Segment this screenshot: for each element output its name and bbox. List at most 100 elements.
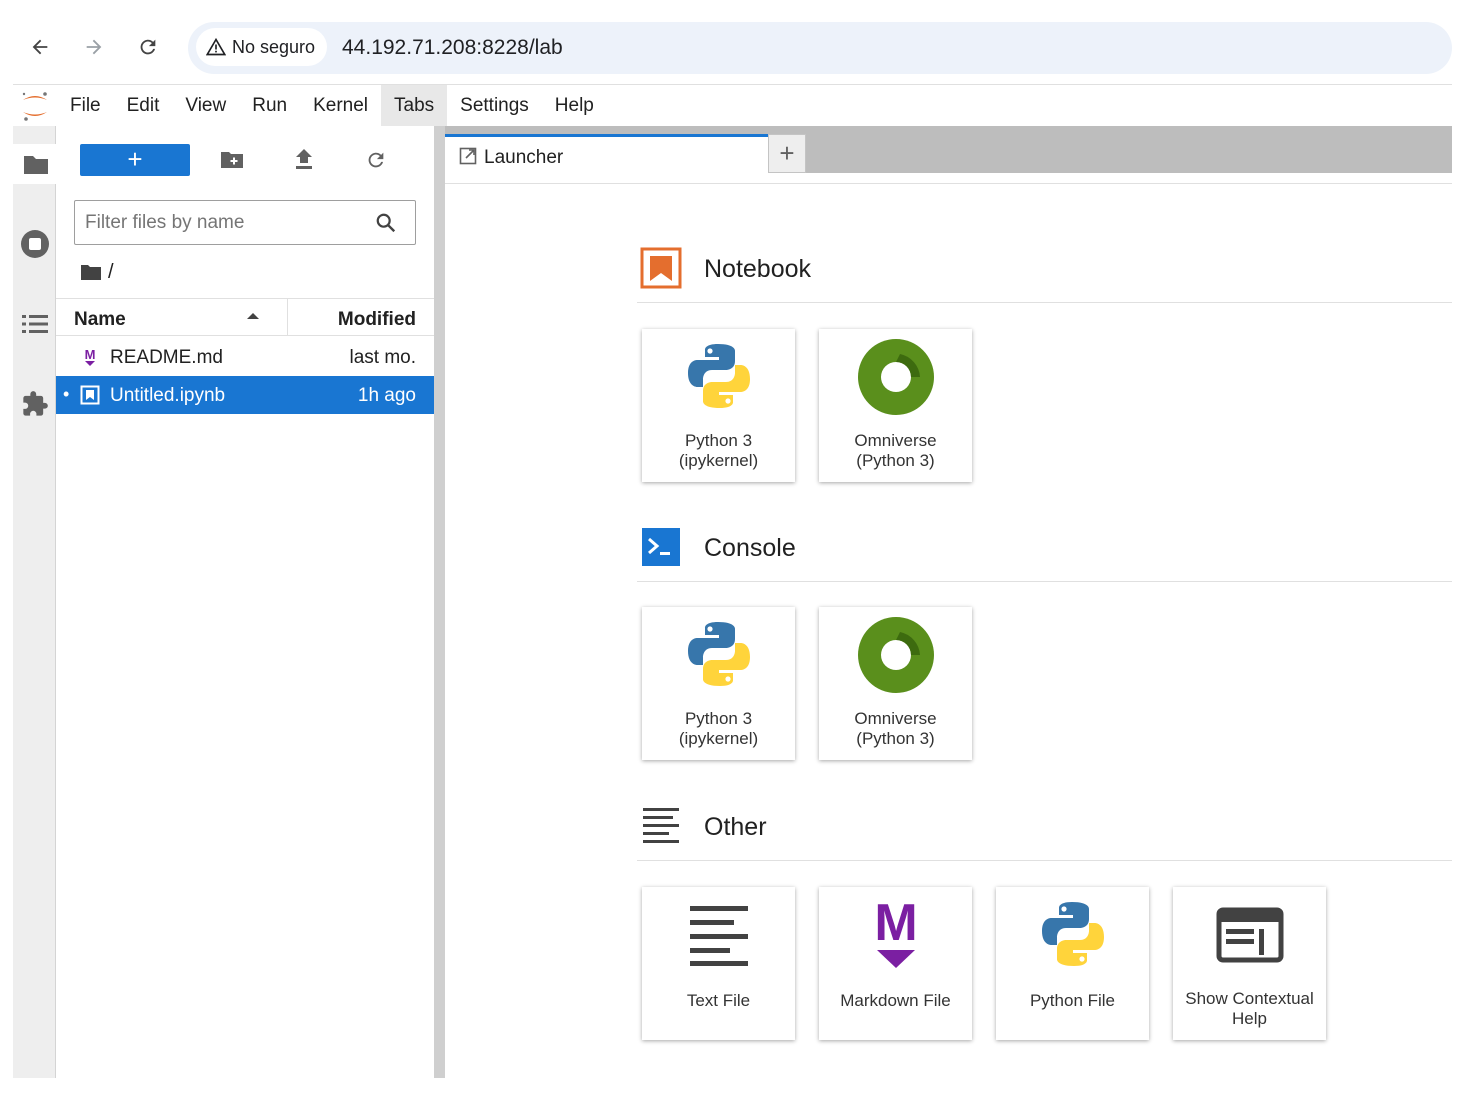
launcher-card-contextual-help[interactable]: Show Contextual Help [1173,887,1326,1040]
security-label: No seguro [232,36,316,57]
card-label-line2: (Python 3) [856,729,935,748]
file-modified: 1h ago [357,385,416,406]
card-label: Markdown File [840,991,951,1010]
reload-button[interactable] [133,32,163,62]
card-label-line1: Show Contextual [1185,989,1314,1008]
section-console-header: Console [637,526,1452,582]
back-button[interactable] [25,32,55,62]
launcher-card-text-file[interactable]: Text File [642,887,795,1040]
forward-button[interactable] [79,32,109,62]
section-notebook-header: Notebook [637,247,1452,303]
card-label: Omniverse (Python 3) [823,709,968,749]
launcher-card-omniverse-notebook[interactable]: Omniverse (Python 3) [819,329,972,482]
arrow-right-icon [86,39,102,55]
svg-text:M: M [85,347,96,362]
new-folder-button[interactable] [218,146,246,174]
jupyter-logo [13,85,57,127]
upload-button[interactable] [290,146,318,174]
file-name: README.md [110,347,223,368]
tab-launcher[interactable]: Launcher [445,134,768,184]
menu-tabs[interactable]: Tabs [381,84,448,127]
menubar: File Edit View Run Kernel Tabs Settings … [13,84,1452,127]
python-icon [996,897,1149,973]
sort-caret-icon [247,313,259,319]
markdown-icon: M [819,897,972,973]
menu-kernel[interactable]: Kernel [300,85,381,127]
security-chip[interactable]: No seguro [196,28,328,66]
new-folder-icon [221,152,243,168]
breadcrumb: / [80,260,114,284]
menu-help[interactable]: Help [542,85,607,127]
menu-edit[interactable]: Edit [114,85,173,127]
file-row-untitled-notebook[interactable]: • Untitled.ipynb 1h ago [56,376,434,414]
text-file-icon [642,897,795,973]
file-filter-field[interactable] [74,200,416,245]
card-label-line1: Python 3 [684,431,753,450]
card-label: Python 3 (ipykernel) [646,709,791,749]
notebook-icon [640,247,682,289]
card-label-line2: (ipykernel) [678,451,759,470]
arrow-left-icon [32,39,48,55]
running-kernels-tab[interactable] [13,224,56,264]
card-label: Omniverse (Python 3) [823,431,968,471]
main-tab-bar: Launcher + [445,126,1452,184]
puzzle-icon [22,391,48,416]
launcher-card-omniverse-console[interactable]: Omniverse (Python 3) [819,607,972,760]
launcher-card-markdown-file[interactable]: M Markdown File [819,887,972,1040]
notebook-icon [80,385,100,405]
section-title: Other [704,813,767,841]
column-name-header[interactable]: Name [74,309,126,331]
refresh-button[interactable] [362,146,390,174]
file-list-header: Name Modified [56,298,434,336]
add-tab-button[interactable]: + [768,134,806,173]
url-text[interactable]: 44.192.71.208:8228/lab [342,36,563,60]
column-divider[interactable] [287,299,288,336]
folder-icon [24,156,48,174]
table-of-contents-tab[interactable] [13,304,56,344]
extensions-tab[interactable] [13,384,56,424]
file-modified: last mo. [349,347,416,368]
card-label: Show Contextual Help [1177,989,1322,1029]
file-browser-tab[interactable] [13,144,56,184]
omniverse-icon [819,339,972,415]
card-label: Python 3 (ipykernel) [646,431,791,471]
console-icon [642,528,680,566]
card-label: Text File [686,991,751,1010]
tab-divider [445,183,1452,184]
card-label-line1: Omniverse [854,709,937,728]
section-title: Console [704,534,796,562]
folder-icon[interactable] [80,263,102,281]
column-modified-header[interactable]: Modified [338,309,416,331]
python-icon [642,339,795,415]
launcher-card-python3-notebook[interactable]: Python 3 (ipykernel) [642,329,795,482]
other-icon [643,808,679,843]
menu-run[interactable]: Run [239,85,300,127]
markdown-icon: M [85,347,96,366]
section-title: Notebook [704,255,812,283]
launcher-icon [459,147,477,165]
section-other-header: Other [637,805,1452,861]
menu-view[interactable]: View [172,85,239,127]
menu-file[interactable]: File [57,85,114,127]
launcher-card-python3-console[interactable]: Python 3 (ipykernel) [642,607,795,760]
card-label-line1: Python 3 [684,709,753,728]
running-indicator-dot: • [63,384,70,404]
svg-text:M: M [874,898,917,952]
new-launcher-button[interactable]: + [80,144,190,176]
menu-settings[interactable]: Settings [447,85,542,127]
panel-splitter[interactable] [434,126,445,1078]
address-bar[interactable]: No seguro 44.192.71.208:8228/lab [188,22,1452,74]
contextual-help-icon [1173,897,1326,973]
upload-icon [296,149,312,169]
stop-circle-icon [20,230,49,258]
launcher-card-python-file[interactable]: Python File [996,887,1149,1040]
breadcrumb-root[interactable]: / [108,261,114,284]
file-filter-input[interactable] [85,211,365,235]
file-name: Untitled.ipynb [110,385,226,406]
warning-icon [206,37,226,56]
card-label-line2: (ipykernel) [678,729,759,748]
card-label-line2: (Python 3) [856,451,935,470]
file-browser-panel: + / Name Modified M README.md last mo. •… [56,126,434,1078]
file-row-readme[interactable]: M README.md last mo. [56,338,434,376]
reload-icon [140,39,156,55]
